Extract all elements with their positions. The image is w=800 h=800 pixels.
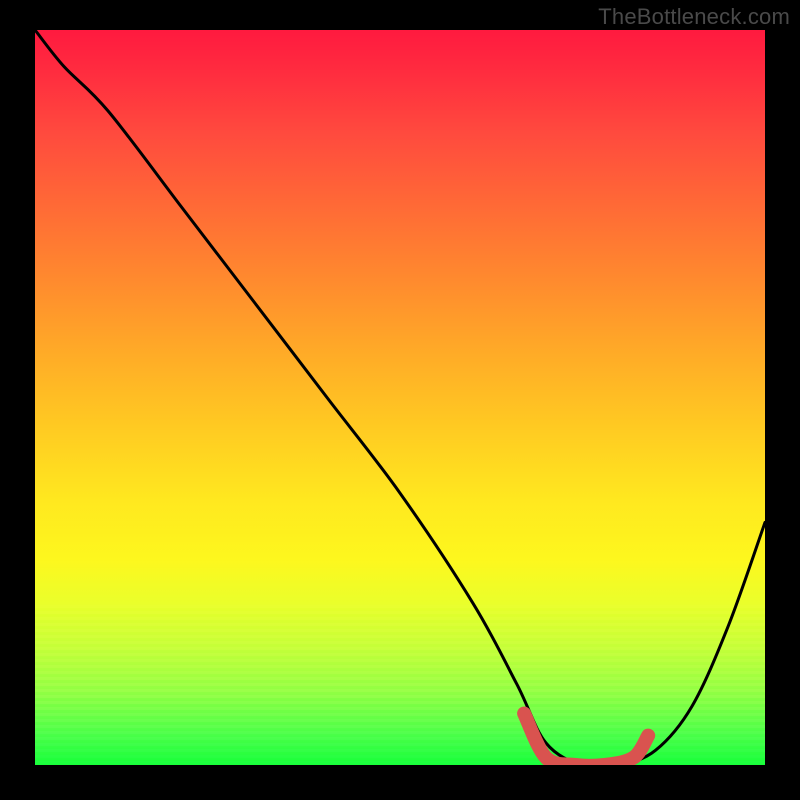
watermark-label: TheBottleneck.com: [598, 4, 790, 30]
plot-area: [35, 30, 765, 765]
optimal-band-path: [524, 714, 648, 766]
bottleneck-curve: [35, 30, 765, 765]
gradient-bands: [35, 605, 765, 765]
curve-path: [35, 30, 765, 765]
chart-frame: TheBottleneck.com: [0, 0, 800, 800]
